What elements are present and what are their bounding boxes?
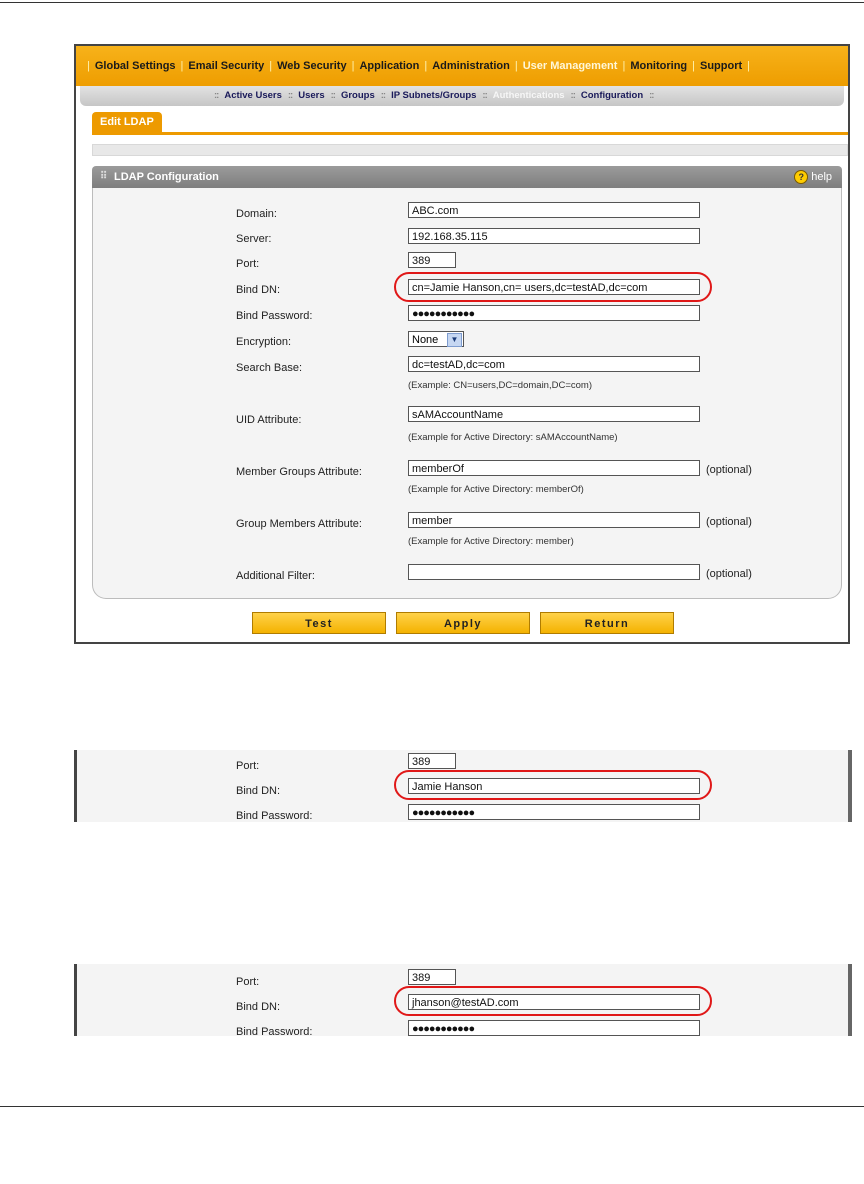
crop1-bind-dn-label: Bind DN:: [236, 785, 281, 797]
subnav-groups[interactable]: Groups: [341, 90, 375, 101]
bind-password-input[interactable]: ●●●●●●●●●●●: [408, 305, 700, 321]
crop-left-border: [74, 750, 77, 822]
subnav-configuration[interactable]: Configuration: [581, 90, 643, 101]
section-title: LDAP Configuration: [114, 171, 219, 183]
crop1-port-label: Port:: [236, 760, 260, 772]
member-groups-example: (Example for Active Directory: memberOf): [408, 484, 584, 495]
crop2-bind-dn-label: Bind DN:: [236, 1001, 281, 1013]
crop2-port-label: Port:: [236, 976, 260, 988]
additional-filter-label: Additional Filter:: [236, 570, 315, 582]
uid-attribute-example: (Example for Active Directory: sAMAccoun…: [408, 432, 618, 443]
help-label: help: [811, 171, 832, 183]
bottom-rule: [0, 1106, 864, 1107]
search-base-example: (Example: CN=users,DC=domain,DC=com): [408, 380, 592, 391]
bind-dn-example-crop-2: Port: 389 Bind DN: jhanson@testAD.com Bi…: [74, 964, 852, 1036]
member-groups-label: Member Groups Attribute:: [236, 466, 362, 478]
top-nav: | Global Settings | Email Security | Web S…: [76, 46, 848, 86]
server-input[interactable]: 192.168.35.115: [408, 228, 700, 244]
group-members-optional: (optional): [706, 516, 752, 528]
domain-input[interactable]: ABC.com: [408, 202, 700, 218]
subnav-active-users[interactable]: Active Users: [224, 90, 282, 101]
nav-web-security[interactable]: Web Security: [277, 60, 347, 72]
bind-password-label: Bind Password:: [236, 310, 313, 322]
search-base-label: Search Base:: [236, 362, 303, 374]
bind-dn-example-crop-1: Port: 389 Bind DN: Jamie Hanson Bind Pas…: [74, 750, 852, 822]
help-link[interactable]: ? help: [794, 166, 832, 188]
subnav-ip-subnets[interactable]: IP Subnets/Groups: [391, 90, 476, 101]
search-base-input[interactable]: dc=testAD,dc=com: [408, 356, 700, 372]
crop1-bind-password-label: Bind Password:: [236, 810, 313, 822]
subnav-users[interactable]: Users: [298, 90, 324, 101]
nav-support[interactable]: Support: [700, 60, 742, 72]
tab-edit-ldap[interactable]: Edit LDAP: [92, 112, 162, 132]
crop2-port-input[interactable]: 389: [408, 969, 456, 985]
nav-administration[interactable]: Administration: [432, 60, 510, 72]
encryption-value: None: [412, 334, 439, 346]
bind-dn-label: Bind DN:: [236, 284, 281, 296]
group-members-example: (Example for Active Directory: member): [408, 536, 574, 547]
test-button[interactable]: Test: [252, 612, 386, 634]
nav-global-settings[interactable]: Global Settings: [95, 60, 176, 72]
grip-icon: ⠿: [100, 171, 108, 182]
nav-email-security[interactable]: Email Security: [188, 60, 264, 72]
ldap-config-screenshot: | Global Settings | Email Security | Web S…: [74, 44, 850, 644]
crop1-password-input[interactable]: ●●●●●●●●●●●: [408, 804, 700, 820]
group-members-label: Group Members Attribute:: [236, 518, 362, 530]
crop2-bind-password-label: Bind Password:: [236, 1026, 313, 1036]
additional-filter-input[interactable]: [408, 564, 700, 580]
apply-button[interactable]: Apply: [396, 612, 530, 634]
member-groups-optional: (optional): [706, 464, 752, 476]
crop-right-border: [848, 750, 852, 822]
crop-right-border: [848, 964, 852, 1036]
server-label: Server:: [236, 233, 272, 245]
nav-application[interactable]: Application: [359, 60, 419, 72]
crop2-password-input[interactable]: ●●●●●●●●●●●: [408, 1020, 700, 1036]
chevron-down-icon: ▼: [447, 333, 462, 347]
crop1-port-input[interactable]: 389: [408, 753, 456, 769]
group-members-input[interactable]: member: [408, 512, 700, 528]
return-button[interactable]: Return: [540, 612, 674, 634]
uid-attribute-label: UID Attribute:: [236, 414, 302, 426]
section-header: ⠿ LDAP Configuration ? help: [92, 166, 842, 188]
tab-underline: [92, 132, 848, 135]
crop2-highlight-oval: [394, 986, 712, 1016]
uid-attribute-input[interactable]: sAMAccountName: [408, 406, 700, 422]
crop-left-border: [74, 964, 77, 1036]
crop1-highlight-oval: [394, 770, 712, 800]
nav-user-management[interactable]: User Management: [523, 60, 618, 72]
port-input[interactable]: 389: [408, 252, 456, 268]
additional-filter-optional: (optional): [706, 568, 752, 580]
subnav-authentications[interactable]: Authentications: [493, 90, 565, 101]
domain-label: Domain:: [236, 208, 277, 220]
help-icon: ?: [794, 170, 809, 184]
encryption-label: Encryption:: [236, 336, 292, 348]
nav-monitoring[interactable]: Monitoring: [630, 60, 687, 72]
top-rule: [0, 2, 864, 3]
encryption-select[interactable]: None ▼: [408, 331, 464, 347]
sub-nav: :: Active Users :: Users :: Groups :: IP Sub…: [80, 86, 844, 106]
divider-bar: [92, 144, 848, 156]
highlight-oval: [394, 272, 712, 302]
member-groups-input[interactable]: memberOf: [408, 460, 700, 476]
port-label: Port:: [236, 258, 260, 270]
